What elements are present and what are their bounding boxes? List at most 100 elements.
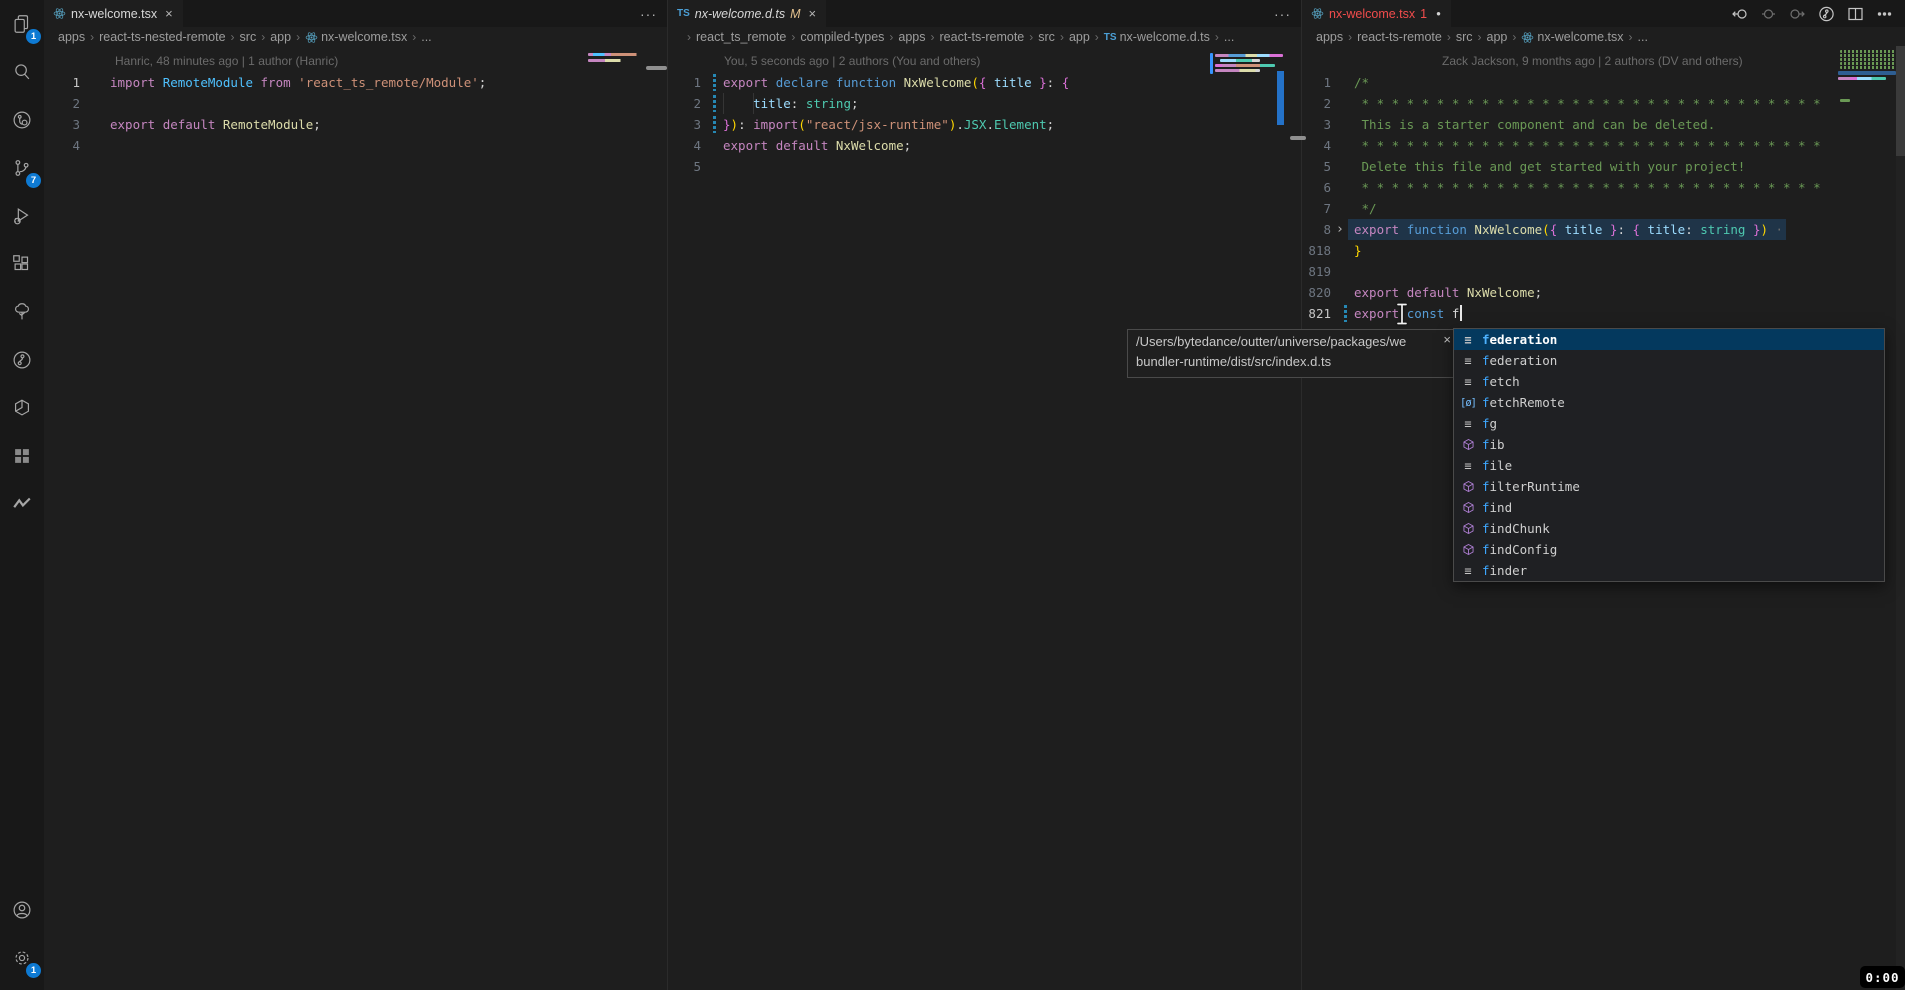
breadcrumb-item[interactable]: react-ts-nested-remote [99, 30, 225, 44]
breadcrumb-item[interactable]: react_ts_remote [696, 30, 786, 44]
suggestion-item[interactable]: ≡fetch [1454, 371, 1884, 392]
code-line[interactable]: 2 * * * * * * * * * * * * * * * * * * * … [1302, 93, 1905, 114]
breadcrumb-item[interactable]: apps [898, 30, 925, 44]
git-blame-annotation: Hanric, 48 minutes ago | 1 author (Hanri… [115, 51, 338, 72]
git-graph-icon[interactable] [0, 336, 44, 384]
breadcrumb-item[interactable]: react-ts-remote [940, 30, 1025, 44]
more-actions-icon[interactable] [1875, 6, 1893, 23]
code-line[interactable]: 3}): import("react/jsx-runtime").JSX.Ele… [668, 114, 1301, 135]
suggestion-item[interactable]: findChunk [1454, 518, 1884, 539]
breadcrumb-item[interactable]: TSnx-welcome.d.ts [1104, 30, 1210, 44]
suggestion-kind-text-icon: ≡ [1460, 375, 1476, 389]
code-line[interactable]: 5 Delete this file and get started with … [1302, 156, 1905, 177]
tree-tool-icon[interactable] [0, 288, 44, 336]
code-line[interactable]: 6 * * * * * * * * * * * * * * * * * * * … [1302, 177, 1905, 198]
pane-more-actions[interactable]: ··· [640, 0, 657, 27]
minimap[interactable] [1838, 50, 1898, 105]
suggestion-item[interactable]: ≡federation [1454, 350, 1884, 371]
extensions-icon[interactable] [0, 240, 44, 288]
breadcrumb-item[interactable]: apps [1316, 30, 1343, 44]
tab-nx-welcome-dts[interactable]: TS nx-welcome.d.ts M × [668, 0, 826, 27]
code-line[interactable]: 3export default RemoteModule; [44, 114, 667, 135]
popup-close-icon[interactable]: × [1443, 332, 1451, 347]
suggestion-kind-text-icon: ≡ [1460, 459, 1476, 473]
minimap[interactable] [588, 53, 646, 65]
code-line[interactable]: 1/* [1302, 72, 1905, 93]
tab-close-icon[interactable]: × [165, 6, 173, 21]
suggestion-item[interactable]: ≡federation [1454, 329, 1884, 350]
git-blame-annotation: Zack Jackson, 9 months ago | 2 authors (… [1442, 51, 1743, 72]
code-line[interactable]: 1export declare function NxWelcome({ tit… [668, 72, 1301, 93]
nav-back-icon[interactable] [1730, 6, 1748, 23]
source-control-icon[interactable]: 7 [0, 144, 44, 192]
suggestion-item[interactable]: ≡file [1454, 455, 1884, 476]
code-line[interactable]: 4 * * * * * * * * * * * * * * * * * * * … [1302, 135, 1905, 156]
breadcrumb-item[interactable]: nx-welcome.tsx [1521, 30, 1623, 44]
breadcrumb-item[interactable]: app [270, 30, 291, 44]
react-file-icon [53, 7, 66, 20]
nav-circle-icon[interactable] [1759, 6, 1777, 23]
breadcrumb-item[interactable]: src [1038, 30, 1055, 44]
breadcrumb-item[interactable]: src [240, 30, 257, 44]
scrollbar-slider[interactable] [1896, 46, 1905, 156]
grid-tool-icon[interactable] [0, 432, 44, 480]
breadcrumb-item[interactable]: src [1456, 30, 1473, 44]
code-line[interactable]: 5 [668, 156, 1301, 177]
suggestion-kind-method-icon [1460, 438, 1476, 451]
account-icon[interactable] [0, 886, 44, 934]
suggestion-item[interactable]: fib [1454, 434, 1884, 455]
suggestion-item[interactable]: ≡fg [1454, 413, 1884, 434]
pane-more-actions[interactable]: ··· [1274, 0, 1291, 27]
dirty-indicator-icon[interactable]: ● [1436, 9, 1441, 18]
tab-close-icon[interactable]: × [809, 6, 817, 21]
code-line[interactable]: 2 title: string; [668, 93, 1301, 114]
nav-forward-icon[interactable] [1788, 6, 1806, 23]
git-graph-circle-icon[interactable] [1817, 6, 1835, 23]
breadcrumb-item[interactable]: compiled-types [800, 30, 884, 44]
suggestion-item[interactable]: find [1454, 497, 1884, 518]
breadcrumb-item[interactable]: ... [1224, 30, 1234, 44]
code-line[interactable]: 2 [44, 93, 667, 114]
code-line[interactable]: 4 [44, 135, 667, 156]
tab-nx-welcome-tsx[interactable]: nx-welcome.tsx × [44, 0, 183, 27]
breadcrumb-item[interactable]: ... [421, 30, 431, 44]
code-line[interactable]: 819 [1302, 261, 1905, 282]
breadcrumb-separator: › [1029, 30, 1033, 44]
code-editor[interactable]: You, 5 seconds ago | 2 authors (You and … [668, 47, 1301, 990]
code-line[interactable]: 818} [1302, 240, 1905, 261]
code-text: }): import("react/jsx-runtime").JSX.Elem… [723, 114, 1054, 135]
code-line[interactable]: 820export default NxWelcome; [1302, 282, 1905, 303]
breadcrumb-separator: › [1478, 30, 1482, 44]
suggestion-label: findConfig [1482, 542, 1557, 557]
fold-chevron-icon[interactable]: › [1336, 219, 1344, 240]
tab-nx-welcome-tsx-active[interactable]: nx-welcome.tsx 1 ● [1302, 0, 1451, 27]
code-line[interactable]: 4export default NxWelcome; [668, 135, 1301, 156]
breadcrumb-item[interactable]: apps [58, 30, 85, 44]
code-line[interactable]: 3 This is a starter component and can be… [1302, 114, 1905, 135]
suggestion-item[interactable]: findConfig [1454, 539, 1884, 560]
breadcrumb-item[interactable]: app [1487, 30, 1508, 44]
suggestion-item[interactable]: [ø]fetchRemote [1454, 392, 1884, 413]
settings-gear-icon[interactable]: 1 [0, 934, 44, 982]
suggestion-item[interactable]: filterRuntime [1454, 476, 1884, 497]
code-line[interactable]: 7 */ [1302, 198, 1905, 219]
explorer-icon[interactable]: 1 [0, 0, 44, 48]
code-editor[interactable]: Hanric, 48 minutes ago | 1 author (Hanri… [44, 47, 667, 990]
scrollbar-track[interactable] [1896, 46, 1905, 990]
breadcrumb-item[interactable]: ... [1638, 30, 1648, 44]
tab-label: nx-welcome.d.ts [695, 7, 785, 21]
hexagon-tool-icon[interactable] [0, 384, 44, 432]
code-line[interactable]: 1import RemoteModule from 'react_ts_remo… [44, 72, 667, 93]
code-line[interactable]: 821export const f [1302, 303, 1905, 324]
code-line[interactable]: 8›export function NxWelcome({ title }: {… [1302, 219, 1905, 240]
remote-graph-icon[interactable] [0, 96, 44, 144]
breadcrumb-item[interactable]: app [1069, 30, 1090, 44]
suggestion-item[interactable]: ≡finder [1454, 560, 1884, 581]
breadcrumb-separator: › [1095, 30, 1099, 44]
run-debug-icon[interactable] [0, 192, 44, 240]
search-icon[interactable] [0, 48, 44, 96]
zigzag-tool-icon[interactable] [0, 480, 44, 528]
split-editor-icon[interactable] [1846, 6, 1864, 23]
breadcrumb-item[interactable]: react-ts-remote [1357, 30, 1442, 44]
breadcrumb-item[interactable]: nx-welcome.tsx [305, 30, 407, 44]
